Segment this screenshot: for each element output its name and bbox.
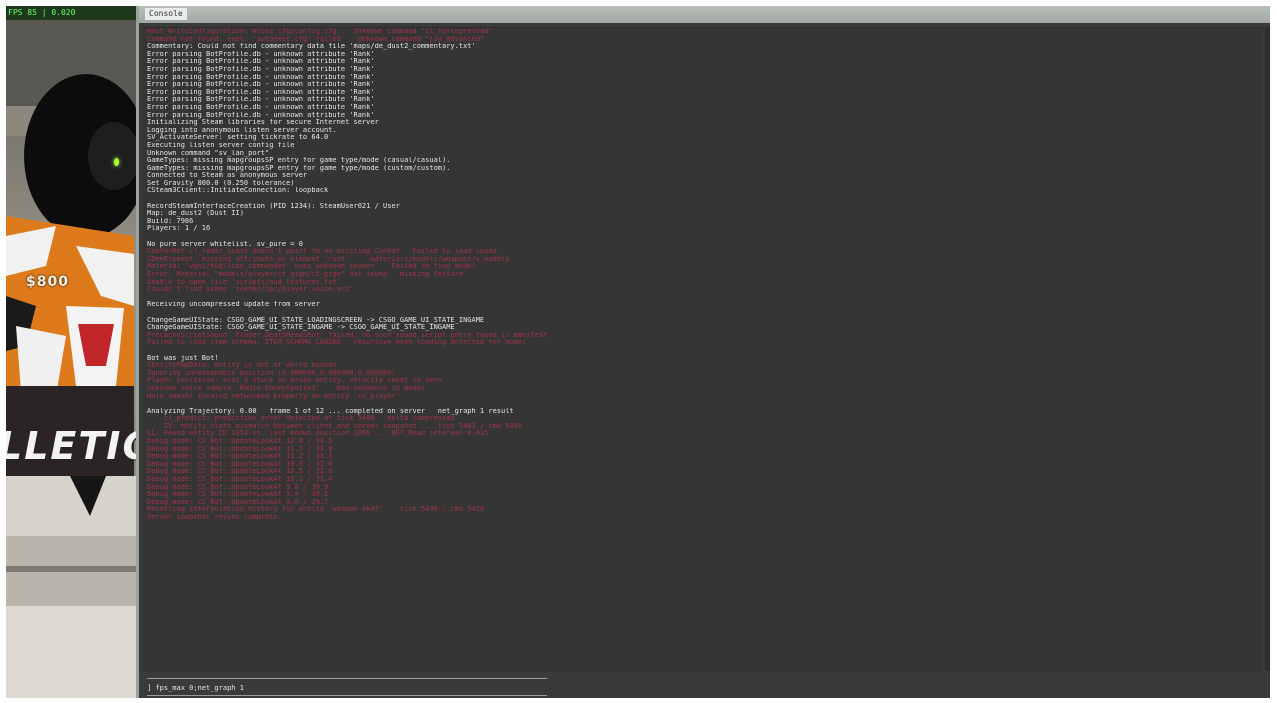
console-line: CSteam3Client::InitiateConnection: loopb… bbox=[147, 187, 329, 195]
console-line: Initializing Steam libraries for secure … bbox=[147, 119, 379, 127]
console-line: Set Gravity 800.0 (0.250 tolerance) bbox=[147, 179, 295, 187]
console-scrollbar[interactable] bbox=[1265, 27, 1270, 671]
console-line: Debug mode: CS_Bot::UpdateLookAt 12.0 / … bbox=[147, 438, 333, 446]
console-line: Couldn't find scene 'scenes/npc/player_v… bbox=[147, 286, 354, 294]
console-line: Debug mode: CS_Bot::UpdateLookAt 9.8 / 3… bbox=[147, 483, 329, 491]
console-line: Hulk smash! Invalid networked property o… bbox=[147, 392, 400, 400]
console-line: RecordSteamInterfaceCreation (PID 1234):… bbox=[147, 202, 400, 210]
console-line: Debug mode: CS_Bot::UpdateLookAt 10.9 / … bbox=[147, 460, 333, 468]
console-line: . bbox=[143, 522, 1263, 530]
console-line: Executing listen server config file bbox=[147, 141, 295, 149]
hud-fps-readout: FPS 85 | 0.020 bbox=[6, 6, 136, 20]
wall-graffiti-text: LLETIC bbox=[6, 424, 136, 468]
console-line: . bbox=[143, 195, 1263, 203]
hud-money: $800 bbox=[26, 274, 69, 290]
console-line: Error: Material "models/player/ct_gign/c… bbox=[147, 271, 464, 278]
game-viewport[interactable]: FPS 85 | 0.020 $800 LLETIC bbox=[6, 6, 136, 698]
console-titlebar[interactable]: Console bbox=[139, 6, 1270, 23]
console-line: Failed to load item schema: ITEM_SCHEMA_… bbox=[147, 339, 527, 347]
console-line: Unable to open file 'scripts/hud_texture… bbox=[147, 278, 341, 286]
console-input-divider bbox=[147, 678, 547, 679]
console-line: GameTypes: missing mapgroupsSP entry for… bbox=[147, 157, 451, 165]
console-line: . bbox=[143, 347, 1263, 355]
console-line: . bbox=[143, 400, 1263, 408]
screenshot-frame: FPS 85 | 0.020 $800 LLETIC Console Host_… bbox=[6, 6, 1270, 698]
developer-console[interactable]: Console Host_WriteConfiguration: Wrote c… bbox=[136, 6, 1270, 698]
console-line: Players: 1 / 16 bbox=[147, 225, 211, 233]
console-line: PrecacheScriptSound 'Player.DeathHeadSho… bbox=[147, 331, 548, 339]
console-line: Unknown voice sample 'Radio.EnemySpotted… bbox=[147, 384, 426, 392]
console-line: Debug mode: CS_Bot::UpdateLookAt 10.5 / … bbox=[147, 468, 333, 476]
console-line: Build: 7986 bbox=[147, 217, 194, 225]
console-line: Error parsing BotProfile.db - unknown at… bbox=[147, 88, 375, 96]
console-line: Unknown command "sv_lan_port" bbox=[147, 149, 270, 157]
console-line: . bbox=[143, 309, 1263, 317]
console-line: Debug mode: CS_Bot::UpdateLookAt 9.0 / 2… bbox=[147, 498, 329, 506]
console-input-divider-bottom bbox=[147, 695, 547, 696]
console-line: CEntityMapData: entity is out of world b… bbox=[147, 362, 337, 370]
console-line: Host_WriteConfiguration: Wrote cfg/confi… bbox=[147, 28, 493, 35]
console-line: ConVarRef cl_radar_scale doesn't point t… bbox=[147, 248, 497, 256]
console-line: cl_predict: prediction error detected at… bbox=[147, 415, 455, 423]
console-line: Debug mode: CS_Bot::UpdateLookAt 9.4 / 3… bbox=[147, 491, 329, 499]
console-line: No pure server whitelist. sv_pure = 0 bbox=[147, 240, 303, 248]
console-line: SV_ActivateServer: setting tickrate to 6… bbox=[147, 134, 329, 142]
console-line: Debug mode: CS_Bot::UpdateLookAt 11.7 / … bbox=[147, 445, 333, 453]
console-line: Debug mode: CS_Bot::UpdateLookAt 10.1 / … bbox=[147, 476, 333, 484]
console-output[interactable]: Host_WriteConfiguration: Wrote cfg/confi… bbox=[143, 27, 1263, 672]
crosshair-icon bbox=[114, 158, 119, 166]
console-line: Analyzing Trajectory: 0.00 frame 1 of 12… bbox=[147, 407, 514, 415]
console-line: Server snapshot resync complete. bbox=[147, 514, 282, 521]
console-input[interactable]: ] fps_max 0;net_graph 1 bbox=[147, 684, 547, 693]
console-line: Error parsing BotProfile.db - unknown at… bbox=[147, 81, 375, 89]
console-line: ChangeGameUIState: CSGO_GAME_UI_STATE_LO… bbox=[147, 316, 485, 324]
console-line: CDmeElement: missing attribute on elemen… bbox=[147, 255, 510, 263]
console-line: Player collision: slot 3 stuck on brush … bbox=[147, 377, 443, 385]
console-line: Error parsing BotProfile.db - unknown at… bbox=[147, 65, 375, 73]
console-line: Bot was just Bot! bbox=[147, 354, 219, 362]
console-line: Error parsing BotProfile.db - unknown at… bbox=[147, 58, 375, 66]
console-line: Error parsing BotProfile.db - unknown at… bbox=[147, 50, 375, 58]
console-line: . bbox=[143, 294, 1263, 302]
console-line: Receiving uncompressed update from serve… bbox=[147, 301, 320, 309]
console-line: SV: entity state mismatch between client… bbox=[147, 422, 523, 430]
game-scene bbox=[6, 20, 136, 698]
console-line: Commentary: Could not find commentary da… bbox=[147, 43, 476, 51]
console-line: GameTypes: missing mapgroupsSP entry for… bbox=[147, 164, 451, 172]
console-line: . bbox=[143, 233, 1263, 241]
console-line: Map: de_dust2 (Dust II) bbox=[147, 210, 244, 218]
console-line: Resetting interpolation history for enti… bbox=[147, 506, 485, 514]
console-title: Console bbox=[145, 8, 187, 20]
console-line: Error parsing BotProfile.db - unknown at… bbox=[147, 96, 375, 104]
console-line: Error parsing BotProfile.db - unknown at… bbox=[147, 111, 375, 119]
console-line: Debug mode: CS_Bot::UpdateLookAt 11.2 / … bbox=[147, 453, 333, 461]
console-line: Connected to Steam as anonymous server bbox=[147, 172, 308, 180]
console-line: Command not found: exec: 'autoexec.cfg' … bbox=[147, 35, 485, 43]
console-line: CL: Found entity ID 1054 vs. last known … bbox=[147, 430, 489, 438]
console-line: ChangeGameUIState: CSGO_GAME_UI_STATE_IN… bbox=[147, 324, 455, 332]
console-line: Error parsing BotProfile.db - unknown at… bbox=[147, 73, 375, 81]
console-line: Logging into anonymous listen server acc… bbox=[147, 126, 337, 134]
console-line: Ignoring unreasonable position (0.000000… bbox=[147, 369, 396, 377]
console-line: Material 'vgui/hud/icon_commander' uses … bbox=[147, 263, 476, 271]
console-line: Error parsing BotProfile.db - unknown at… bbox=[147, 103, 375, 111]
